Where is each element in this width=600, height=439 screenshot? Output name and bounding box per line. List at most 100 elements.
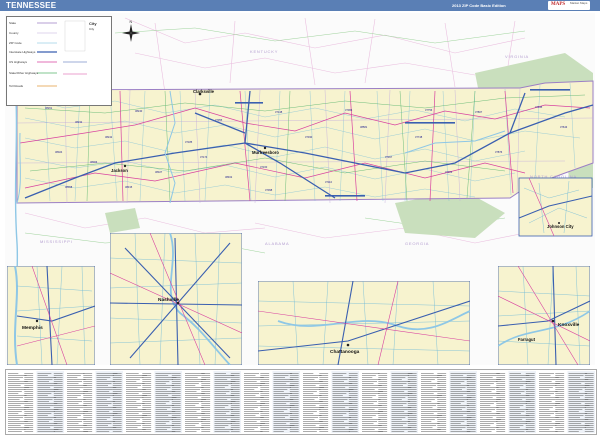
index-row <box>67 375 81 376</box>
index-row-value <box>555 407 565 408</box>
index-row-value <box>171 415 181 416</box>
index-row-value <box>466 373 476 374</box>
index-row <box>126 417 144 418</box>
index-row-value <box>230 405 240 406</box>
index-row-value <box>260 381 270 382</box>
index-row-value <box>53 403 63 404</box>
index-row <box>509 385 524 386</box>
index-row-value <box>171 407 181 408</box>
index-row <box>332 379 348 380</box>
index-row-value <box>378 395 388 396</box>
index-row-value <box>230 381 240 382</box>
index-row <box>126 379 140 380</box>
index-row <box>37 431 55 432</box>
index-row <box>126 423 145 424</box>
index-row <box>421 387 433 388</box>
index-row-value <box>230 397 240 398</box>
index-row <box>568 377 581 378</box>
index-row <box>362 417 373 418</box>
index-row-value <box>112 383 122 384</box>
label-alabama: ALABAMA <box>265 241 290 246</box>
index-row <box>391 425 404 426</box>
index-row-value <box>466 377 476 378</box>
index-row <box>303 393 314 394</box>
index-row <box>539 431 558 432</box>
svg-text:37185: 37185 <box>185 140 193 144</box>
index-row-value <box>24 415 34 416</box>
index-row-value <box>407 383 417 384</box>
index-row-value <box>260 411 270 412</box>
index-row-value <box>171 409 181 410</box>
index-row-value <box>466 403 476 404</box>
index-row-value <box>496 409 506 410</box>
index-row <box>96 403 112 404</box>
index-row <box>509 419 523 420</box>
index-row-value <box>289 401 299 402</box>
index-row <box>303 419 315 420</box>
index-row-value <box>142 385 152 386</box>
index-row <box>362 381 378 382</box>
index-row-value <box>142 423 152 424</box>
index-row-value <box>407 421 417 422</box>
index-row-value <box>230 423 240 424</box>
index-row <box>509 387 520 388</box>
index-row-value <box>378 385 388 386</box>
index-row-value <box>201 425 211 426</box>
index-row-value <box>348 413 358 414</box>
index-row-value <box>289 413 299 414</box>
index-row <box>155 413 172 414</box>
zip-index-columns <box>7 371 595 433</box>
index-row-value <box>555 401 565 402</box>
index-row <box>67 373 85 374</box>
index-row-value <box>584 399 594 400</box>
index-row-value <box>407 419 417 420</box>
index-row-value <box>319 429 329 430</box>
index-row-value <box>24 407 34 408</box>
index-row-value <box>407 427 417 428</box>
index-row-value <box>112 427 122 428</box>
index-row <box>450 419 468 420</box>
index-row <box>450 415 464 416</box>
legend-city-label: City <box>89 21 97 26</box>
index-row <box>214 383 232 384</box>
index-row-value <box>555 405 565 406</box>
index-row-value <box>260 399 270 400</box>
index-row-value <box>260 383 270 384</box>
index-row <box>273 391 284 392</box>
index-row-value <box>466 395 476 396</box>
index-row-value <box>53 391 63 392</box>
index-row-value <box>201 391 211 392</box>
index-row <box>8 383 25 384</box>
index-row-value <box>171 411 181 412</box>
index-row-value <box>437 399 447 400</box>
index-row-value <box>53 421 63 422</box>
index-row-value <box>496 419 506 420</box>
svg-text:37756: 37756 <box>425 108 433 112</box>
index-row <box>244 411 263 412</box>
index-row <box>67 383 79 384</box>
index-row-value <box>112 381 122 382</box>
index-row-value <box>260 403 270 404</box>
index-row <box>421 407 433 408</box>
index-row <box>391 389 408 390</box>
index-row-value <box>407 425 417 426</box>
city-jackson: Jackson <box>111 168 128 173</box>
index-row-value <box>319 381 329 382</box>
index-row-value <box>319 419 329 420</box>
index-row <box>96 395 114 396</box>
index-row-value <box>171 395 181 396</box>
index-row-value <box>555 423 565 424</box>
index-row <box>126 419 140 420</box>
index-row-value <box>230 415 240 416</box>
index-row-value <box>53 429 63 430</box>
index-row <box>185 401 203 402</box>
index-row <box>539 409 550 410</box>
index-row-value <box>230 411 240 412</box>
index-row <box>126 391 143 392</box>
index-row-value <box>466 381 476 382</box>
index-row-value <box>201 401 211 402</box>
index-row-value <box>437 423 447 424</box>
index-row-value <box>525 423 535 424</box>
index-row <box>8 399 20 400</box>
index-row <box>155 415 169 416</box>
